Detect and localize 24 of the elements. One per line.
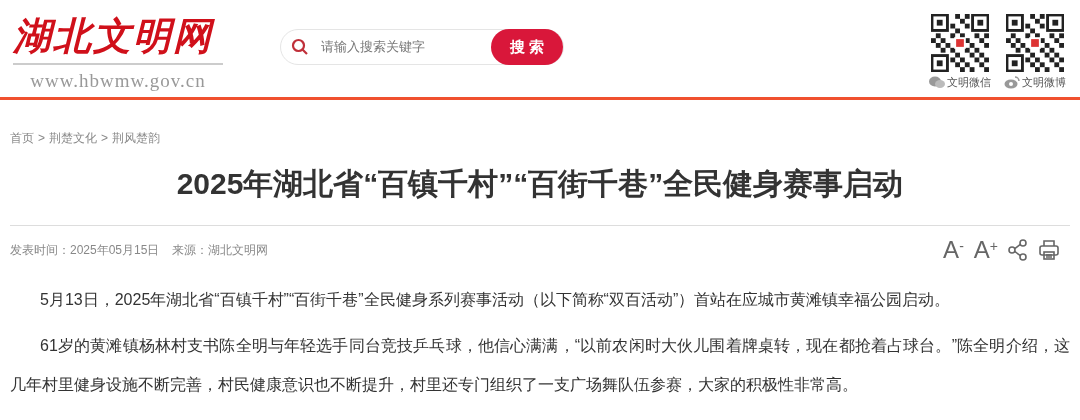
- share-icon[interactable]: [1008, 239, 1028, 261]
- article-title: 2025年湖北省“百镇千村”“百街千巷”全民健身赛事启动: [175, 166, 905, 202]
- breadcrumb-link[interactable]: 首页: [10, 129, 34, 147]
- chat-bubbles-icon: [929, 75, 945, 89]
- qr-code-label: 文明微博: [1022, 75, 1066, 90]
- publish-date: 发表时间：2025年05月15日: [10, 242, 160, 259]
- search-button[interactable]: 搜 索: [491, 29, 563, 65]
- site-url: www.hbwmw.gov.cn: [30, 70, 206, 91]
- eye-swirl-icon: [1004, 75, 1020, 89]
- breadcrumb-separator: >: [38, 130, 45, 147]
- font-size-button[interactable]: A$^{-}$: [943, 238, 964, 262]
- font-size-button[interactable]: A$^{+}$: [973, 238, 998, 262]
- search-icon: [291, 38, 309, 56]
- qr-code-label: 文明微信: [947, 75, 991, 90]
- qr-code-icon: [1006, 14, 1064, 72]
- qr-code-icon: [931, 14, 989, 72]
- breadcrumb-link[interactable]: 荆风楚韵: [112, 129, 161, 147]
- breadcrumb-separator: >: [101, 130, 109, 147]
- breadcrumb-link[interactable]: 荆楚文化: [49, 129, 97, 147]
- article-paragraph: 61岁的黄滩镇杨林村支书陈全明与年轻选手同台竞技乒乓球，他信心满满，“以前农闲时大伙儿围着牌桌转，现在都抢着占球台。”陈全明介绍，这几年村里健身设施不断完善，村民健康意识也不断提升，村里还专门组织了一支广场舞队伍参赛，大家的积极性非常高。: [10, 336, 1070, 395]
- article-paragraph: 5月13日，2025年湖北省“百镇千村”“百街千巷”全民健身系列赛事活动（以下简称“双百活动”）首站在应城市黄滩镇幸福公园启动。: [39, 290, 952, 310]
- site-logo[interactable]: 湖北文明网: [13, 14, 223, 58]
- article-source: 来源：湖北文明网: [172, 242, 269, 259]
- print-icon[interactable]: [1038, 239, 1060, 261]
